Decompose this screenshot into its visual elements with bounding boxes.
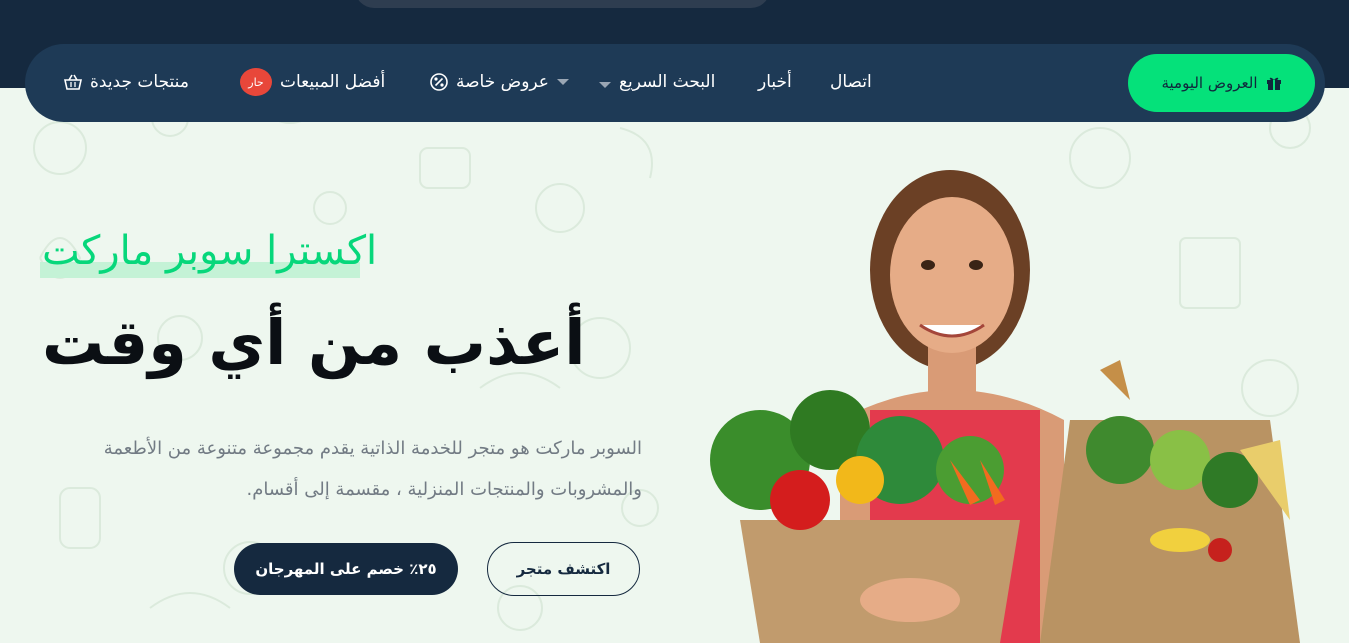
nav-news[interactable]: أخبار [758,68,792,96]
daily-deals-label: العروض اليومية [1161,74,1258,92]
nav-quick-search-label: البحث السريع [619,72,716,92]
daily-deals-button[interactable]: العروض اليومية [1128,54,1315,112]
hero-description: السوبر ماركت هو متجر للخدمة الذاتية يقدم… [42,428,642,510]
nav-news-label: أخبار [758,72,792,92]
nav-best-sellers-label: أفضل المبيعات [280,72,386,92]
nav-best-sellers[interactable]: أفضل المبيعات حار [240,68,385,96]
nav-special-offers[interactable]: عروض خاصة [430,68,569,96]
hero-subtitle: اكسترا سوبر ماركت [42,228,378,274]
nav-new-products-label: منتجات جديدة [90,72,189,92]
chevron-down-icon [599,82,611,88]
nav-new-products[interactable]: منتجات جديدة [64,68,189,96]
nav-contact[interactable]: اتصال [830,68,872,96]
hero-woman-with-grocery-bags-image [710,170,1300,643]
festival-discount-button[interactable]: ٢٥٪ خصم على المهرجان [234,543,458,595]
nav-quick-search[interactable]: البحث السريع [599,68,715,96]
nav-special-offers-label: عروض خاصة [456,72,549,92]
chevron-down-icon [556,79,569,85]
hot-badge: حار [240,68,272,96]
nav-contact-label: اتصال [830,72,872,92]
search-bar[interactable] [355,0,770,8]
percent-icon [430,73,448,91]
hero-description-line-2: والمشروبات والمنتجات المنزلية ، مقسمة إل… [246,479,642,500]
explore-store-button[interactable]: اكتشف متجر [487,542,640,596]
hero-description-line-1: السوبر ماركت هو متجر للخدمة الذاتية يقدم… [103,438,642,459]
gift-icon [1266,77,1281,90]
hero-headline: أعذب من أي وقت [42,306,586,379]
basket-icon [64,74,82,90]
